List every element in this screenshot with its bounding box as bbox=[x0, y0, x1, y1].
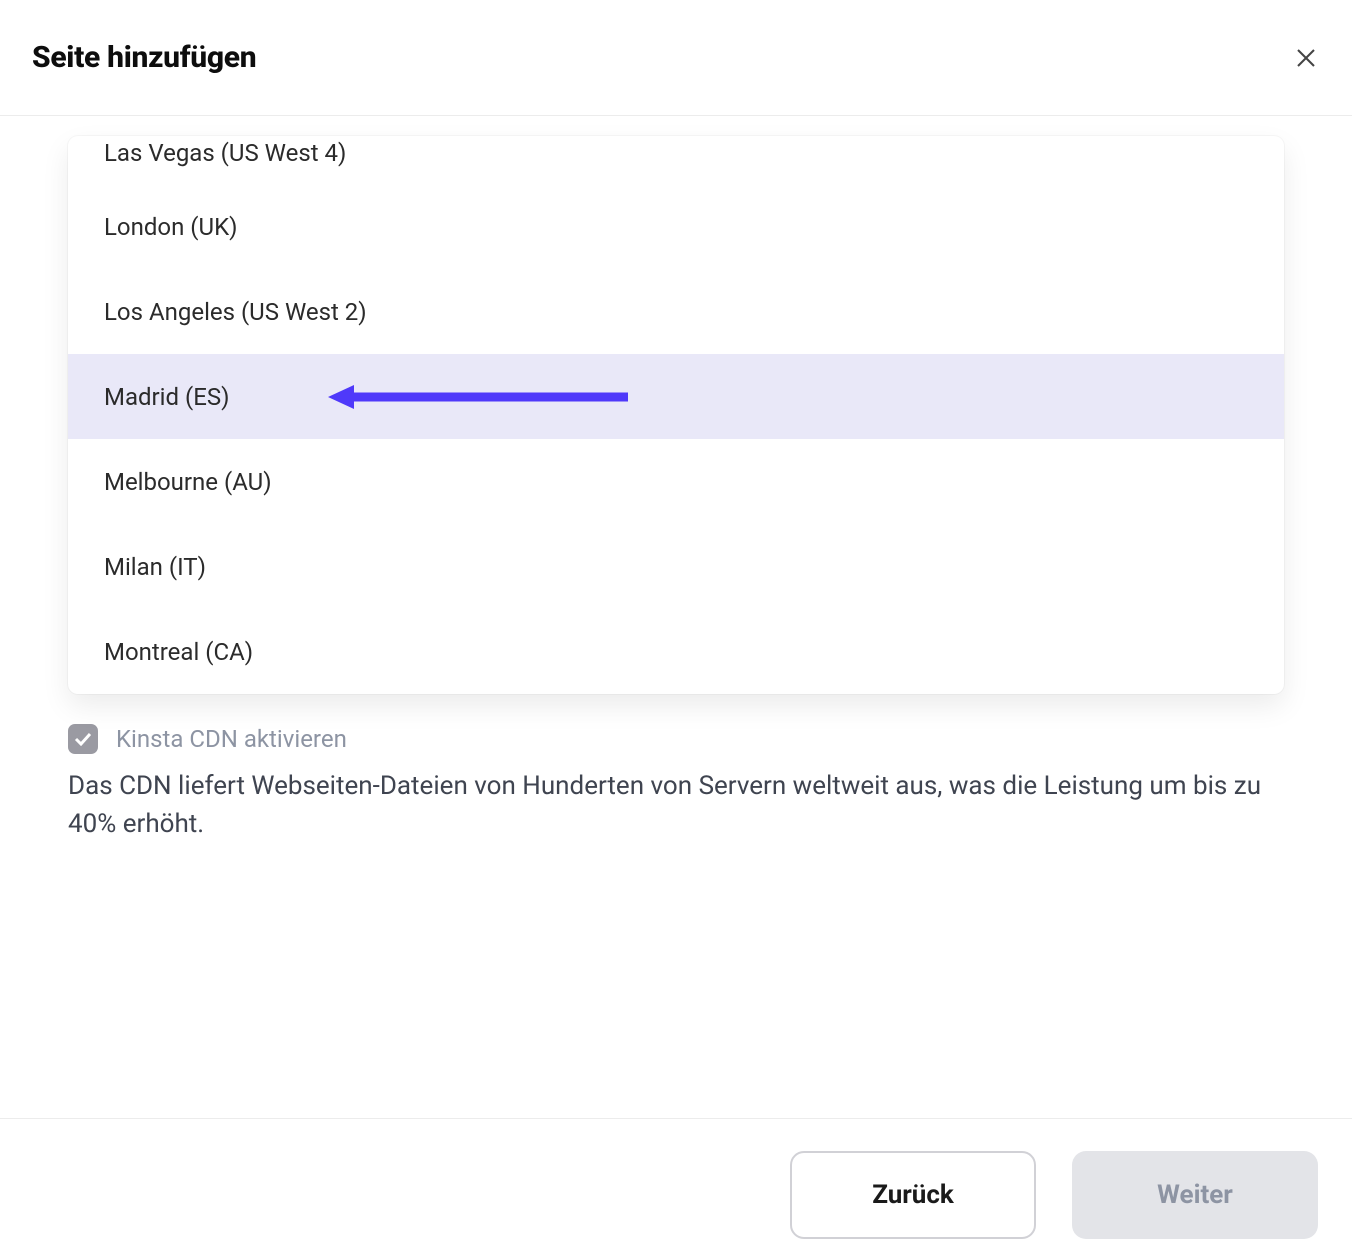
location-option-highlighted[interactable]: Madrid (ES) bbox=[68, 354, 1284, 439]
location-option-label: London (UK) bbox=[104, 213, 238, 241]
back-button[interactable]: Zurück bbox=[790, 1151, 1036, 1239]
cdn-checkbox[interactable] bbox=[68, 724, 98, 754]
modal-footer: Zurück Weiter bbox=[0, 1118, 1352, 1239]
location-option-label: Los Angeles (US West 2) bbox=[104, 298, 367, 326]
back-button-label: Zurück bbox=[872, 1180, 954, 1210]
modal-body: Las Vegas (US West 4) London (UK) Los An… bbox=[0, 116, 1352, 916]
modal-header: Seite hinzufügen bbox=[0, 0, 1352, 116]
page-title: Seite hinzufügen bbox=[32, 40, 256, 75]
location-option[interactable]: Milan (IT) bbox=[68, 524, 1284, 609]
check-icon bbox=[74, 732, 92, 746]
location-option[interactable]: London (UK) bbox=[68, 184, 1284, 269]
location-option-label: Milan (IT) bbox=[104, 553, 206, 581]
location-option[interactable]: Montreal (CA) bbox=[68, 609, 1284, 694]
annotation-arrow bbox=[328, 382, 628, 412]
next-button-label: Weiter bbox=[1157, 1180, 1233, 1210]
cdn-checkbox-row: Kinsta CDN aktivieren bbox=[68, 724, 1284, 754]
cdn-section: Kinsta CDN aktivieren Das CDN liefert We… bbox=[68, 724, 1284, 843]
location-option-label: Las Vegas (US West 4) bbox=[104, 139, 346, 167]
location-dropdown-panel: Las Vegas (US West 4) London (UK) Los An… bbox=[68, 136, 1284, 694]
location-option[interactable]: Las Vegas (US West 4) bbox=[68, 136, 1284, 184]
location-option[interactable]: Los Angeles (US West 2) bbox=[68, 269, 1284, 354]
cdn-description: Das CDN liefert Webseiten-Dateien von Hu… bbox=[68, 768, 1284, 843]
location-option-label: Melbourne (AU) bbox=[104, 468, 272, 496]
next-button: Weiter bbox=[1072, 1151, 1318, 1239]
cdn-checkbox-label: Kinsta CDN aktivieren bbox=[116, 725, 347, 753]
close-button[interactable] bbox=[1292, 44, 1320, 72]
close-icon bbox=[1295, 47, 1317, 69]
location-option-label: Montreal (CA) bbox=[104, 638, 253, 666]
location-option[interactable]: Melbourne (AU) bbox=[68, 439, 1284, 524]
location-option-label: Madrid (ES) bbox=[104, 383, 229, 411]
